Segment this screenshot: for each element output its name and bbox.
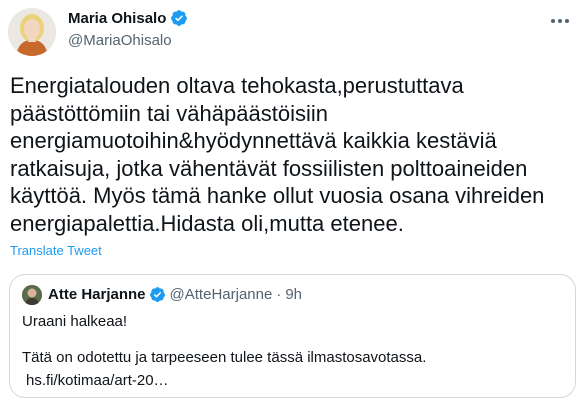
more-options-icon[interactable]	[548, 12, 572, 30]
author-name-row[interactable]: Maria Ohisalo	[68, 9, 188, 27]
quoted-handle: @AtteHarjanne	[169, 286, 273, 303]
verified-badge-icon	[170, 9, 188, 27]
verified-badge-icon	[149, 286, 166, 303]
quoted-link: hs.fi/kotimaa/art-20…	[26, 372, 169, 389]
quoted-header: Atte Harjanne @AtteHarjanne · 9h	[48, 286, 302, 303]
quoted-tweet-card[interactable]: Atte Harjanne @AtteHarjanne · 9h Uraani …	[9, 274, 576, 398]
quoted-author-avatar	[22, 285, 42, 305]
author-avatar[interactable]	[8, 8, 56, 56]
quoted-separator: ·	[276, 286, 282, 303]
translate-tweet-link[interactable]: Translate Tweet	[10, 243, 102, 258]
author-display-name[interactable]: Maria Ohisalo	[68, 10, 166, 27]
quoted-display-name: Atte Harjanne	[48, 286, 146, 303]
quoted-text-line: Tätä on odotettu ja tarpeeseen tulee täs…	[22, 349, 427, 366]
tweet-text: Energiatalouden oltava tehokasta,perustu…	[10, 73, 545, 236]
quoted-time: 9h	[285, 286, 302, 303]
quoted-text-line: Uraani halkeaa!	[22, 313, 128, 330]
profile-photo	[8, 8, 56, 56]
author-handle[interactable]: @MariaOhisalo	[68, 32, 172, 49]
profile-photo	[22, 285, 42, 305]
